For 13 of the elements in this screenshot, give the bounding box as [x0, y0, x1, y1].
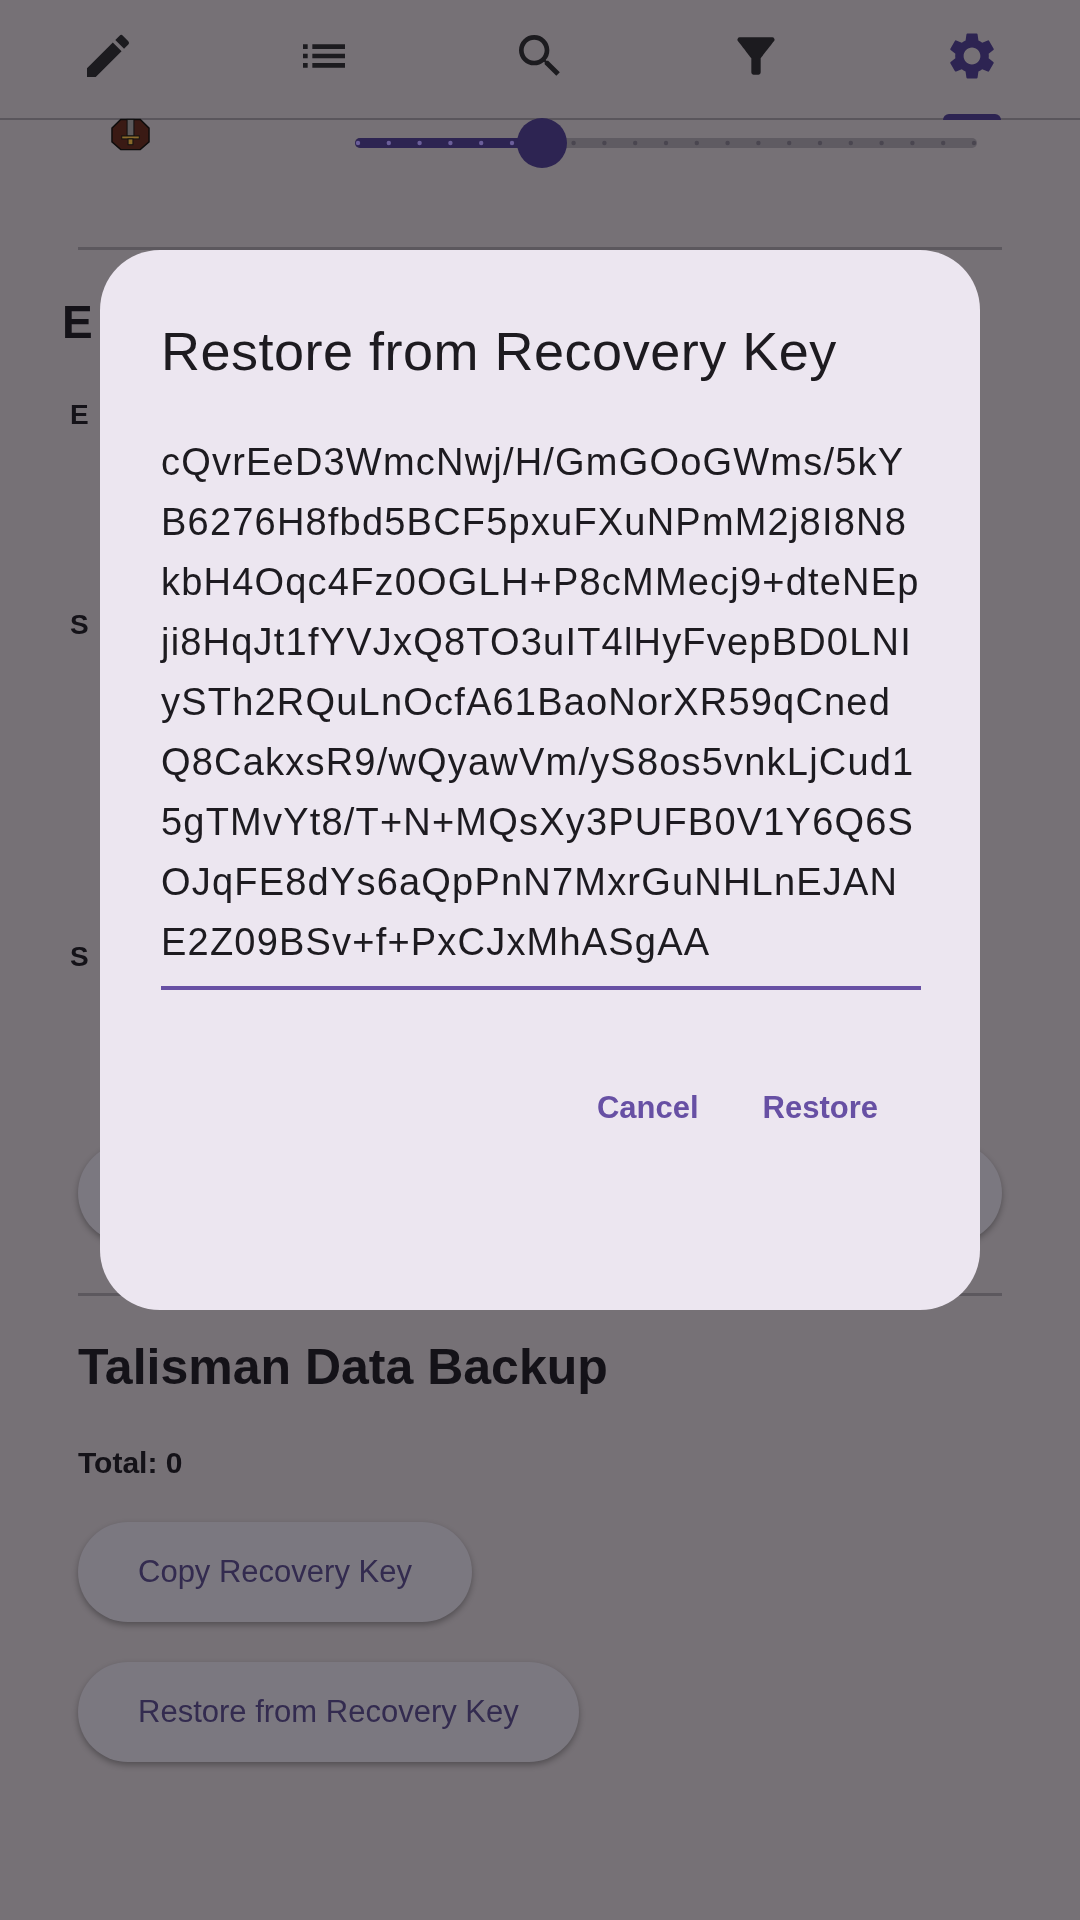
slider-thumb[interactable] — [516, 118, 567, 168]
setting-label: E — [70, 399, 90, 431]
dialog-title: Restore from Recovery Key — [161, 320, 838, 382]
setting-label: S — [70, 941, 90, 973]
input-field[interactable]: cQvrEeD3WmcNwj/H/GmGOoGWms/5kYB6276H8fbd5BCF5pxuFXuNPmM2j8I8N8kbH4Oqc4Fz0OGLH+P8cMMecj9+dteNEpji8HqJt1fYVJxQ8TO3uIT4lHyFvepBD0LNIySTh2RQuLnOcfA61BaoNorXR59qCnedQ8CakxsR9/wQyawVm/yS8os5vnkLjCud15gTMvYt8/T+N+MQsXy3PUFB0V1Y6Q6SOJqFE8dYs6aQpPnN7MxrGuNHLnEJANE2Z09BSv+f+PxCJxMhASgAA — [161, 432, 921, 990]
section-title: E — [62, 295, 94, 349]
backup-button[interactable]: Restore from Recovery Key — [78, 1662, 579, 1762]
dialog-button[interactable]: Cancel — [584, 1080, 711, 1136]
dialog-button[interactable]: Restore — [750, 1080, 890, 1136]
section-title: Talisman Data Backup — [78, 1338, 609, 1396]
backup-button[interactable]: Copy Recovery Key — [78, 1522, 472, 1622]
setting-label: S — [70, 609, 90, 641]
total-count: Total: 0 — [78, 1446, 184, 1480]
